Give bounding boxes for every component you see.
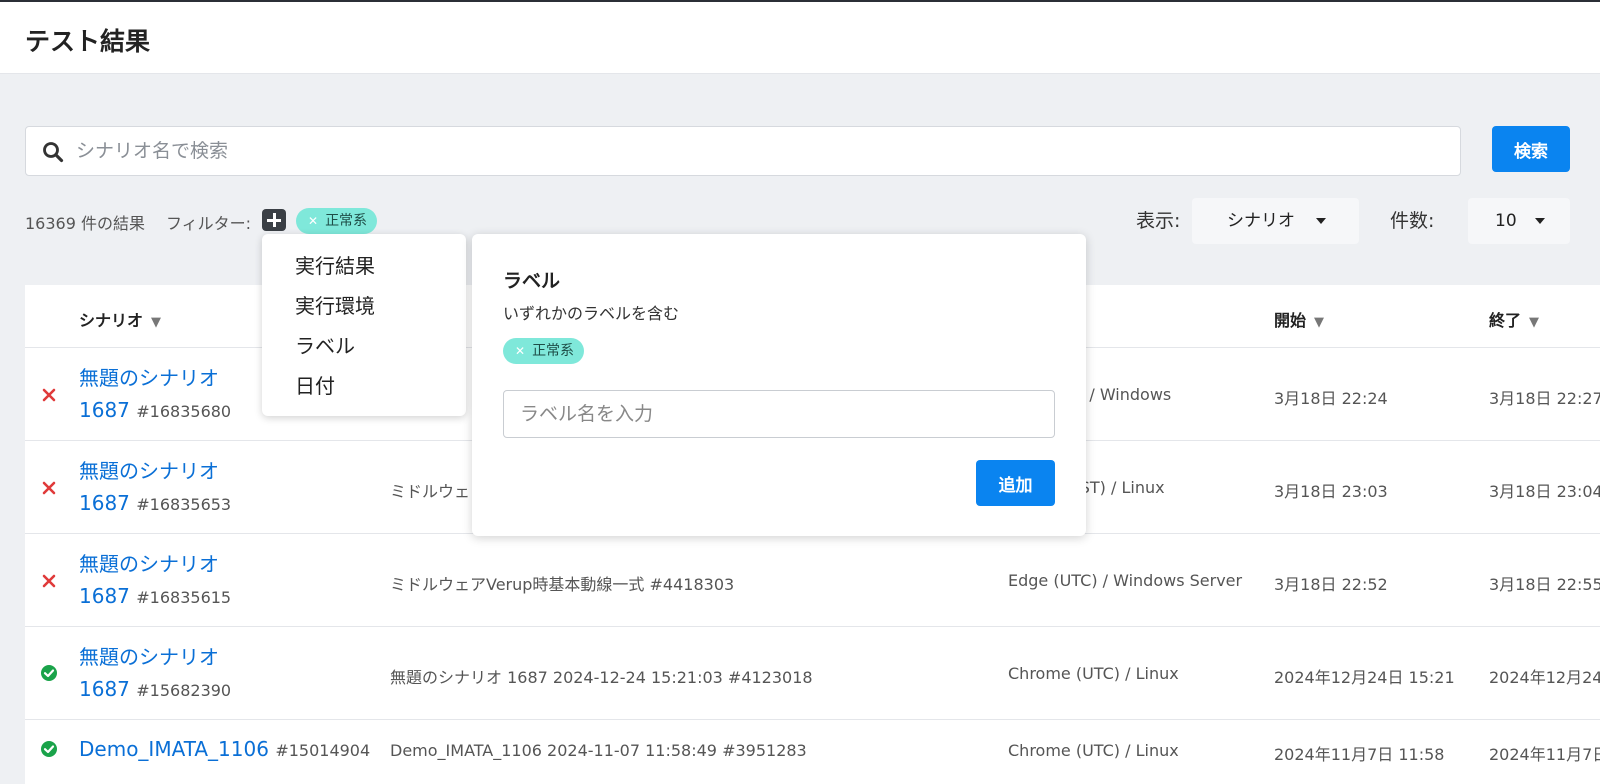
- page-header: テスト結果: [0, 2, 1600, 74]
- start-cell: 2024年12月24日 15:21: [1274, 668, 1455, 687]
- start-cell: 3月18日 22:24: [1274, 389, 1388, 408]
- column-header-scenario[interactable]: シナリオ ▼: [79, 307, 161, 331]
- popover-title: ラベル: [503, 270, 561, 292]
- check-circle-icon: [41, 665, 57, 681]
- label-filter-popover: ラベル いずれかのラベルを含む ✕ 正常系 追加: [472, 234, 1086, 536]
- end-cell: 2024年12月24: [1489, 668, 1600, 687]
- environment-cell: Chrome (UTC) / Linux: [1008, 664, 1179, 683]
- menu-item-date[interactable]: 日付: [295, 370, 335, 399]
- scenario-id: #15682390: [136, 681, 232, 700]
- menu-item-result[interactable]: 実行結果: [295, 250, 375, 279]
- count-select-value: 10: [1495, 211, 1517, 231]
- sort-icon: ▼: [151, 315, 162, 330]
- failed-x-icon: [42, 574, 56, 588]
- selected-label-chip-text: 正常系: [532, 343, 575, 359]
- environment-cell: IST) / Linux: [1075, 478, 1165, 497]
- scenario-link[interactable]: Demo_IMATA_1106 #15014904: [79, 733, 370, 767]
- environment-cell: Edge (UTC) / Windows Server: [1008, 571, 1243, 590]
- start-cell: 3月18日 22:52: [1274, 575, 1388, 594]
- start-cell: 2024年11月7日 11:58: [1274, 745, 1445, 764]
- selected-label-chip[interactable]: ✕ 正常系: [503, 338, 585, 364]
- table-row[interactable]: 無題のシナリオ 1687 #15682390 無題のシナリオ 1687 2024-…: [25, 626, 1600, 719]
- display-select-value: シナリオ: [1227, 211, 1295, 231]
- scenario-id: #16835653: [136, 495, 232, 514]
- menu-item-label[interactable]: ラベル: [295, 330, 355, 359]
- scenario-link[interactable]: 無題のシナリオ 1687 #15682390: [79, 641, 231, 707]
- column-header-start[interactable]: 開始 ▼: [1274, 307, 1324, 331]
- label-name-input[interactable]: [503, 390, 1055, 438]
- check-circle-icon: [41, 741, 57, 757]
- start-cell: 3月18日 23:03: [1274, 482, 1388, 501]
- chevron-down-icon: [1316, 218, 1326, 224]
- scenario-link[interactable]: 無題のシナリオ 1687 #16835615: [79, 548, 231, 614]
- filter-menu: 実行結果 実行環境 ラベル 日付: [262, 234, 466, 416]
- test-plan-cell: Demo_IMATA_1106 2024-11-07 11:58:49 #395…: [390, 741, 807, 760]
- remove-chip-icon[interactable]: ✕: [308, 214, 318, 228]
- page-title: テスト結果: [25, 27, 151, 56]
- result-count: 16369 件の結果: [25, 214, 145, 233]
- failed-x-icon: [42, 481, 56, 495]
- scenario-id: #16835680: [136, 402, 232, 421]
- search-button[interactable]: 検索: [1492, 126, 1570, 172]
- sort-icon: ▼: [1529, 315, 1540, 330]
- filter-chip[interactable]: ✕ 正常系: [296, 208, 378, 234]
- scenario-link[interactable]: 無題のシナリオ 1687 #16835680: [79, 362, 231, 428]
- add-filter-button[interactable]: [262, 209, 286, 231]
- count-select[interactable]: 10: [1468, 198, 1570, 244]
- scenario-id: #16835615: [136, 588, 232, 607]
- count-label: 件数:: [1390, 210, 1435, 232]
- scenario-id: #15014904: [275, 741, 371, 760]
- failed-x-icon: [42, 388, 56, 402]
- table-row[interactable]: Demo_IMATA_1106 #15014904 Demo_IMATA_110…: [25, 719, 1600, 784]
- test-plan-cell: ミドルウェアVerup時基本動線一式 #4418303: [390, 575, 735, 594]
- end-cell: 3月18日 23:04: [1489, 482, 1600, 501]
- test-plan-cell: ミドルウェ: [390, 482, 471, 501]
- search-box[interactable]: [25, 126, 1461, 176]
- popover-subtitle: いずれかのラベルを含む: [503, 304, 680, 323]
- search-input[interactable]: [76, 127, 1446, 175]
- remove-chip-icon[interactable]: ✕: [515, 344, 525, 358]
- display-select[interactable]: シナリオ: [1192, 198, 1359, 244]
- add-label-button[interactable]: 追加: [976, 460, 1055, 506]
- end-cell: 2024年11月7日: [1489, 745, 1600, 764]
- column-header-end[interactable]: 終了 ▼: [1489, 307, 1539, 331]
- environment-cell: Chrome (UTC) / Linux: [1008, 741, 1179, 760]
- filter-label: フィルター:: [166, 214, 252, 233]
- menu-item-environment[interactable]: 実行環境: [295, 290, 375, 319]
- sort-icon: ▼: [1314, 315, 1325, 330]
- table-row[interactable]: 無題のシナリオ 1687 #16835615 ミドルウェアVerup時基本動線一式…: [25, 533, 1600, 626]
- filter-chip-label: 正常系: [325, 213, 368, 229]
- display-label: 表示:: [1136, 210, 1181, 232]
- scenario-link[interactable]: 無題のシナリオ 1687 #16835653: [79, 455, 231, 521]
- end-cell: 3月18日 22:27: [1489, 389, 1600, 408]
- search-icon: [43, 142, 64, 163]
- end-cell: 3月18日 22:55: [1489, 575, 1600, 594]
- chevron-down-icon: [1535, 218, 1545, 224]
- test-plan-cell: 無題のシナリオ 1687 2024-12-24 15:21:03 #412301…: [390, 668, 813, 687]
